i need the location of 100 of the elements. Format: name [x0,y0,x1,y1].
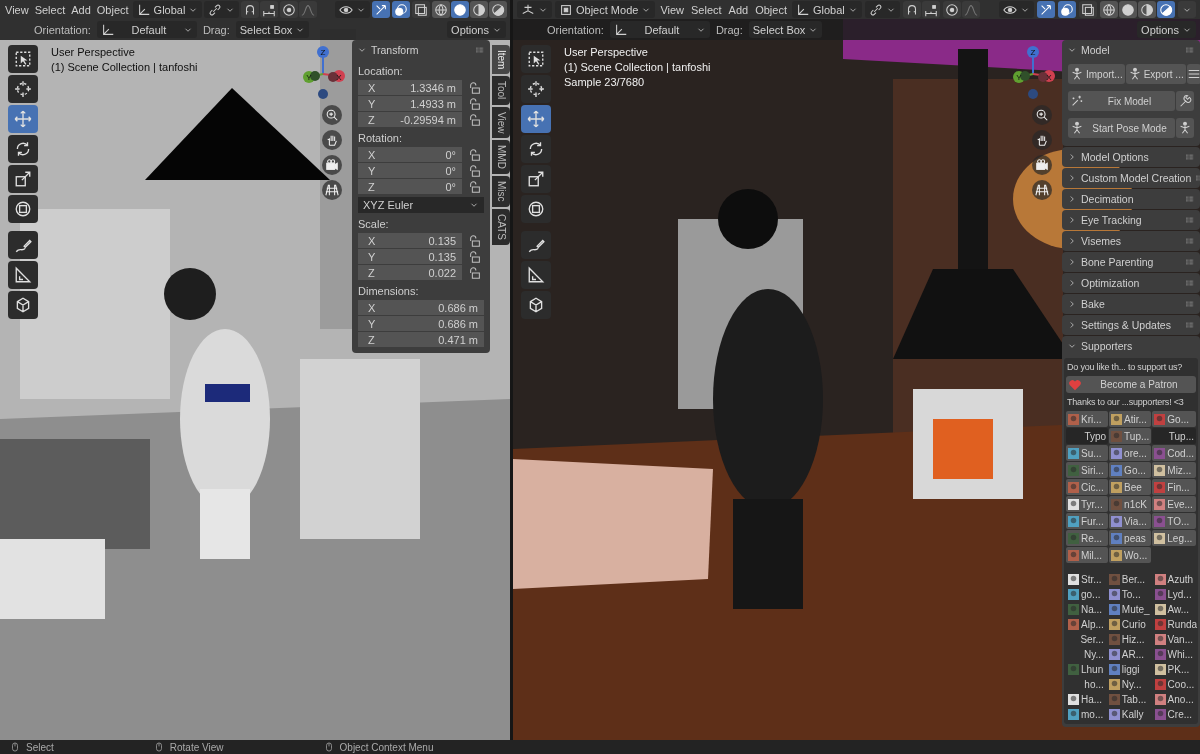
lock-icon[interactable] [468,147,482,162]
number-field[interactable]: Z 0.022 [358,265,462,280]
drag-dropdown[interactable]: Select Box [748,21,823,38]
panel-header[interactable]: Eye Tracking [1062,210,1200,230]
tool-button[interactable] [8,165,38,193]
supporter-entry[interactable]: Siri... [1066,462,1109,478]
supporter-entry[interactable]: Su... [1066,445,1109,461]
supporter-entry[interactable]: Aw... [1152,602,1200,616]
gizmo-toggle[interactable] [372,1,390,18]
number-field[interactable]: X 0.686 m [358,300,484,315]
menu-item[interactable]: View [3,3,31,16]
supporter-entry[interactable]: liggi [1106,662,1152,676]
settings-button[interactable] [1176,91,1194,111]
supporter-entry[interactable]: mo... [1066,707,1106,721]
options-dropdown[interactable]: Options [1137,21,1196,38]
sidebar-tab[interactable]: MMD [492,140,510,175]
lock-icon[interactable] [468,112,482,127]
transform-orientation-dropdown[interactable]: Global [132,1,203,18]
panel-header[interactable]: Optimization [1062,273,1200,293]
snap-toggle[interactable] [902,1,921,18]
supporter-entry[interactable]: Hiz... [1106,632,1152,646]
shading-mode-button[interactable] [470,1,488,18]
supporter-entry[interactable]: Alp... [1066,617,1106,631]
supporter-entry[interactable]: Lyd... [1152,587,1200,601]
snap-toggle[interactable] [241,1,260,18]
snap-dropdown[interactable] [260,1,279,18]
supporter-entry[interactable]: Cic... [1066,479,1109,495]
supporter-entry[interactable]: PK... [1152,662,1200,676]
rotation-mode-dropdown[interactable]: XYZ Euler [358,197,484,213]
supporter-entry[interactable]: Typo [1066,428,1109,444]
supporter-entry[interactable]: Van... [1152,632,1200,646]
tool-button[interactable] [8,231,38,259]
axis-gizmo[interactable]: Z Y X [293,44,353,100]
sidebar-tab[interactable]: Item [492,45,510,75]
supporter-entry[interactable]: Curio [1106,617,1152,631]
menu-item[interactable]: View [658,3,687,16]
supporter-entry[interactable]: Azuth [1152,572,1200,586]
tool-button[interactable] [8,261,38,289]
supporter-entry[interactable]: Na... [1066,602,1106,616]
supporter-entry[interactable]: Tup... [1152,428,1196,444]
number-field[interactable]: X 0° [358,147,462,162]
supporter-entry[interactable]: Fur... [1066,513,1109,529]
tool-button[interactable] [521,45,551,73]
lock-icon[interactable] [468,249,482,264]
number-field[interactable]: Y 0.686 m [358,316,484,331]
supporter-entry[interactable]: ho... [1066,677,1106,691]
supporter-entry[interactable]: Runda [1152,617,1200,631]
menu-item[interactable]: Object [753,3,789,16]
supporter-entry[interactable]: ore... [1109,445,1152,461]
tool-button[interactable] [8,75,38,103]
pose-button[interactable] [1176,118,1194,138]
supporter-entry[interactable]: Coo... [1152,677,1200,691]
supporter-entry[interactable]: go... [1066,587,1106,601]
supporter-entry[interactable]: Go... [1152,411,1196,427]
menu-button[interactable] [1186,64,1200,84]
shading-mode-button[interactable] [1138,1,1156,18]
pivot-dropdown[interactable] [864,1,900,18]
proportional-toggle[interactable] [942,1,961,18]
export-button[interactable]: Export ... [1125,64,1186,84]
orientation-dropdown[interactable]: Default [96,21,197,38]
number-field[interactable]: Y 1.4933 m [358,96,462,111]
supporter-entry[interactable]: Ny... [1066,647,1106,661]
tool-button[interactable] [8,45,38,73]
supporter-entry[interactable]: Kally [1106,707,1152,721]
patron-button[interactable]: Become a Patron [1066,376,1196,393]
tool-button[interactable] [521,105,551,133]
supporter-entry[interactable]: n1cK [1109,496,1152,512]
supporter-entry[interactable]: Ser... [1066,632,1106,646]
menu-item[interactable]: Object [94,3,131,16]
tool-button[interactable] [521,231,551,259]
menu-item[interactable]: Add [726,3,751,16]
shading-mode-button[interactable] [489,1,507,18]
tool-button[interactable] [8,135,38,163]
supporter-entry[interactable]: Tab... [1106,692,1152,706]
shading-mode-button[interactable] [1119,1,1137,18]
shading-mode-button[interactable] [451,1,469,18]
panel-header[interactable]: Visemes [1062,231,1200,251]
supporter-entry[interactable]: Kri... [1066,411,1109,427]
sidebar-tab[interactable]: View [492,106,510,139]
menu-item[interactable]: Select [32,3,68,16]
snap-dropdown[interactable] [921,1,940,18]
number-field[interactable]: X 1.3346 m [358,80,462,95]
lock-icon[interactable] [468,96,482,111]
supporter-entry[interactable]: Re... [1066,530,1109,546]
lock-icon[interactable] [468,265,482,280]
shading-mode-button[interactable] [432,1,450,18]
lock-icon[interactable] [468,80,482,95]
visibility-dropdown[interactable] [999,1,1034,18]
lock-icon[interactable] [468,179,482,194]
import-button[interactable]: Import... [1068,64,1125,84]
visibility-dropdown[interactable] [335,1,370,18]
supporter-entry[interactable]: Bee [1109,479,1152,495]
axis-gizmo[interactable]: Z Y X [1003,44,1063,100]
shading-mode-button[interactable] [1157,1,1175,18]
overlay-toggle[interactable] [392,1,410,18]
supporter-entry[interactable]: Tyr... [1066,496,1109,512]
tool-button[interactable] [8,291,38,319]
supporter-entry[interactable]: Ny... [1106,677,1152,691]
panel-header[interactable]: Decimation [1062,189,1200,209]
number-field[interactable]: Z 0° [358,179,462,194]
